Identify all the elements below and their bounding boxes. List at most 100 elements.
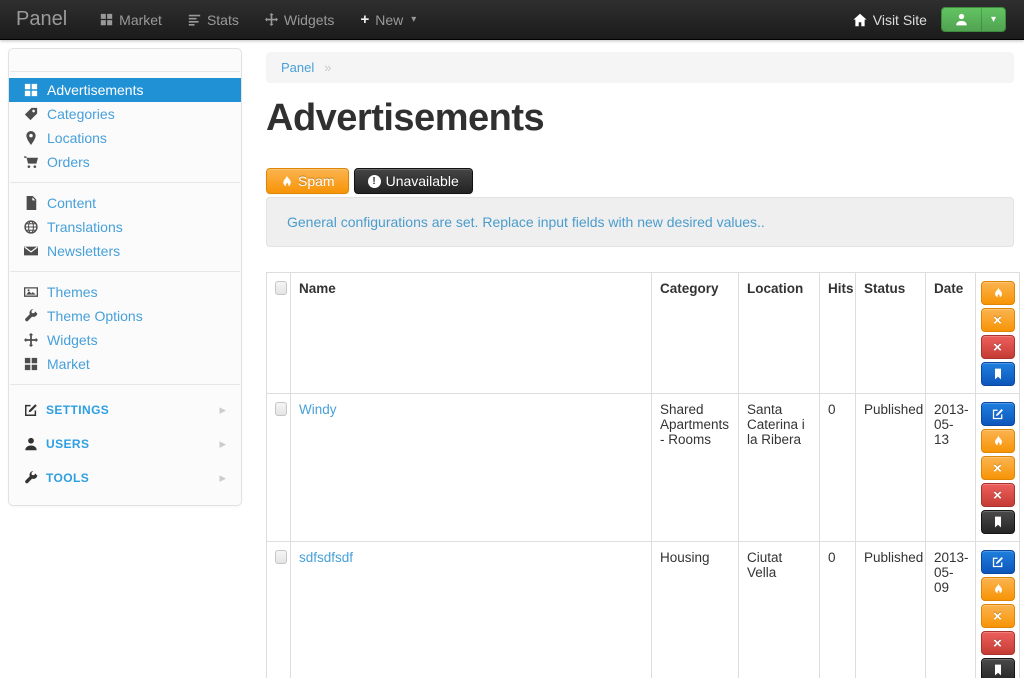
caret-down-icon: ▾ <box>991 14 996 25</box>
spam-row-button[interactable] <box>981 577 1015 601</box>
column-header-location: Location <box>739 273 820 394</box>
nav-item-market[interactable]: Market <box>87 0 175 40</box>
user-dropdown-toggle[interactable]: ▾ <box>981 8 1005 31</box>
bookmark-icon <box>992 368 1004 380</box>
sidebar-item-label: Advertisements <box>47 82 143 98</box>
config-notice: General configurations are set. Replace … <box>266 197 1014 247</box>
file-icon <box>24 196 38 210</box>
home-icon <box>853 13 867 27</box>
sidebar-item-orders[interactable]: Orders <box>9 150 241 174</box>
caret-down-icon: ▾ <box>411 14 416 25</box>
header-actions-cell: × × <box>976 273 1020 394</box>
ad-date: 2013-05-13 <box>926 394 976 542</box>
nav-item-label: New <box>375 12 403 28</box>
accordion-label: SETTINGS <box>46 403 109 417</box>
delete-row-button[interactable]: × <box>981 483 1015 507</box>
top-navbar: Panel Market Stats Widgets + New ▾ Visit… <box>0 0 1024 40</box>
delete-row-button[interactable]: × <box>981 631 1015 655</box>
user-button[interactable] <box>942 8 981 31</box>
sidebar-item-widgets[interactable]: Widgets <box>9 328 241 352</box>
sidebar-accordion-settings[interactable]: SETTINGS ▸ <box>9 393 241 427</box>
bulk-actions-toolbar: Spam ! Unavailable <box>266 168 1014 194</box>
breadcrumb-link-panel[interactable]: Panel <box>281 60 314 75</box>
th-large-icon <box>24 83 38 97</box>
user-split-button: ▾ <box>941 7 1006 32</box>
config-notice-text: General configurations are set. Replace … <box>287 214 765 230</box>
table-header-row: Name Category Location Hits Status Date … <box>267 273 1020 394</box>
remove-icon: × <box>993 609 1002 624</box>
chevron-right-icon: ▸ <box>219 470 226 486</box>
brand-link[interactable]: Panel <box>0 8 87 31</box>
navbar-right: Visit Site ▾ <box>853 7 1006 32</box>
unavailable-row-button[interactable]: × <box>981 456 1015 480</box>
remove-icon: × <box>993 461 1002 476</box>
tags-icon <box>24 107 38 121</box>
ad-location: Santa Caterina i la Ribera <box>739 394 820 542</box>
remove-icon: × <box>993 488 1002 503</box>
sidebar-item-theme-options[interactable]: Theme Options <box>9 304 241 328</box>
row-checkbox[interactable] <box>275 402 287 416</box>
edit-icon <box>992 408 1004 420</box>
envelope-icon <box>24 244 38 258</box>
remove-icon: × <box>993 636 1002 651</box>
bulk-spam-button[interactable] <box>981 281 1015 305</box>
wrench-icon <box>24 471 38 485</box>
sidebar-item-label: Widgets <box>47 332 98 348</box>
bookmark-row-button[interactable] <box>981 510 1015 534</box>
fire-icon <box>992 287 1004 299</box>
fire-icon <box>992 435 1004 447</box>
bulk-bookmark-button[interactable] <box>981 362 1015 386</box>
edit-button[interactable] <box>981 550 1015 574</box>
sidebar-item-label: Theme Options <box>47 308 143 324</box>
ad-hits: 0 <box>820 542 856 678</box>
sidebar-item-content[interactable]: Content <box>9 191 241 215</box>
sidebar-item-market[interactable]: Market <box>9 352 241 376</box>
shopping-cart-icon <box>24 155 38 169</box>
sidebar-item-themes[interactable]: Themes <box>9 280 241 304</box>
row-actions-cell: × × <box>976 394 1020 542</box>
spam-button[interactable]: Spam <box>266 168 349 194</box>
column-header-date: Date <box>926 273 976 394</box>
plus-icon: + <box>360 12 369 27</box>
nav-dropdown-new[interactable]: + New ▾ <box>347 0 429 40</box>
accordion-label: USERS <box>46 437 89 451</box>
sidebar-item-locations[interactable]: Locations <box>9 126 241 150</box>
nav-item-label: Stats <box>207 12 239 28</box>
nav-item-label: Market <box>119 12 162 28</box>
bookmark-row-button[interactable] <box>981 658 1015 678</box>
ad-category: Shared Apartments - Rooms <box>652 394 739 542</box>
edit-icon <box>24 403 38 417</box>
sidebar-item-translations[interactable]: Translations <box>9 215 241 239</box>
accordion-label: TOOLS <box>46 471 89 485</box>
sidebar-item-categories[interactable]: Categories <box>9 102 241 126</box>
sidebar-item-label: Translations <box>47 219 123 235</box>
breadcrumb-separator: » <box>324 60 331 75</box>
sidebar-accordion-users[interactable]: USERS ▸ <box>9 427 241 461</box>
sidebar-item-newsletters[interactable]: Newsletters <box>9 239 241 263</box>
remove-icon: × <box>993 313 1002 328</box>
visit-site-link[interactable]: Visit Site <box>853 12 927 28</box>
unavailable-row-button[interactable]: × <box>981 604 1015 628</box>
unavailable-button[interactable]: ! Unavailable <box>354 168 473 194</box>
bulk-unavailable-button[interactable]: × <box>981 308 1015 332</box>
spam-row-button[interactable] <box>981 429 1015 453</box>
ad-name-link[interactable]: Windy <box>299 402 337 417</box>
nav-item-widgets[interactable]: Widgets <box>252 0 348 40</box>
chevron-right-icon: ▸ <box>219 436 226 452</box>
table-row: Windy Shared Apartments - Rooms Santa Ca… <box>267 394 1020 542</box>
bulk-delete-button[interactable]: × <box>981 335 1015 359</box>
select-all-checkbox[interactable] <box>275 281 287 295</box>
column-header-category: Category <box>652 273 739 394</box>
exclamation-sign-icon: ! <box>368 175 381 188</box>
move-icon <box>24 333 38 347</box>
sidebar-accordion-tools[interactable]: TOOLS ▸ <box>9 461 241 495</box>
sidebar-item-advertisements[interactable]: Advertisements <box>9 78 241 102</box>
sidebar-item-label: Newsletters <box>47 243 120 259</box>
main-content: Panel » Advertisements Spam ! Unavailabl… <box>266 52 1014 678</box>
ad-name-link[interactable]: sdfsdfsdf <box>299 550 353 565</box>
table-row: sdfsdfsdf Housing Ciutat Vella 0 Publish… <box>267 542 1020 678</box>
sidebar-item-label: Market <box>47 356 90 372</box>
row-checkbox[interactable] <box>275 550 287 564</box>
edit-button[interactable] <box>981 402 1015 426</box>
nav-item-stats[interactable]: Stats <box>175 0 252 40</box>
